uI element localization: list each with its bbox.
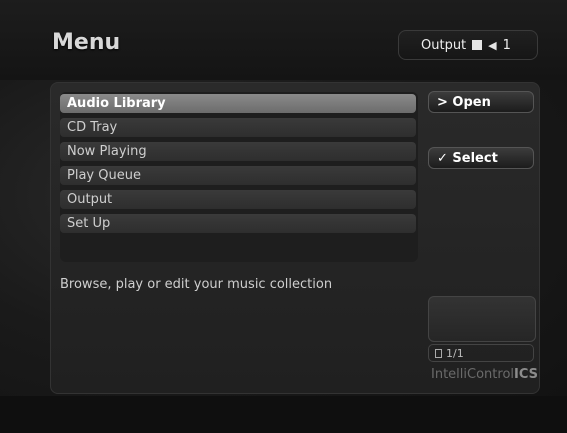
brand-text: IntelliControl: [431, 367, 515, 382]
open-button[interactable]: > Open: [428, 91, 534, 113]
menu-list: Audio Library CD Tray Now Playing Play Q…: [60, 92, 418, 262]
menu-item-play-queue[interactable]: Play Queue: [60, 166, 416, 185]
output-indicator[interactable]: Output ◀ 1: [398, 30, 538, 60]
brand-logo: IntelliControlICS: [428, 367, 538, 382]
brand-bold: ICS: [514, 367, 538, 382]
menu-item-cd-tray[interactable]: CD Tray: [60, 118, 416, 137]
menu-item-set-up[interactable]: Set Up: [60, 214, 416, 233]
select-button[interactable]: ✓ Select: [428, 147, 534, 169]
page-title: Menu: [52, 30, 121, 55]
menu-item-audio-library[interactable]: Audio Library: [60, 94, 416, 113]
output-label: Output: [421, 37, 467, 53]
menu-item-output[interactable]: Output: [60, 190, 416, 209]
info-box: [428, 296, 536, 342]
output-square-icon: [472, 40, 483, 50]
menu-item-now-playing[interactable]: Now Playing: [60, 142, 416, 161]
page-count: 1/1: [446, 346, 464, 360]
output-volume: 1: [502, 37, 511, 53]
page-indicator: 1/1: [428, 344, 534, 362]
page-icon: [435, 348, 442, 358]
description-text: Browse, play or edit your music collecti…: [60, 277, 333, 292]
speaker-icon: ◀: [488, 38, 497, 52]
footer-bar: [0, 396, 567, 433]
screen: Menu Output ◀ 1 Audio Library CD Tray No…: [0, 0, 567, 433]
